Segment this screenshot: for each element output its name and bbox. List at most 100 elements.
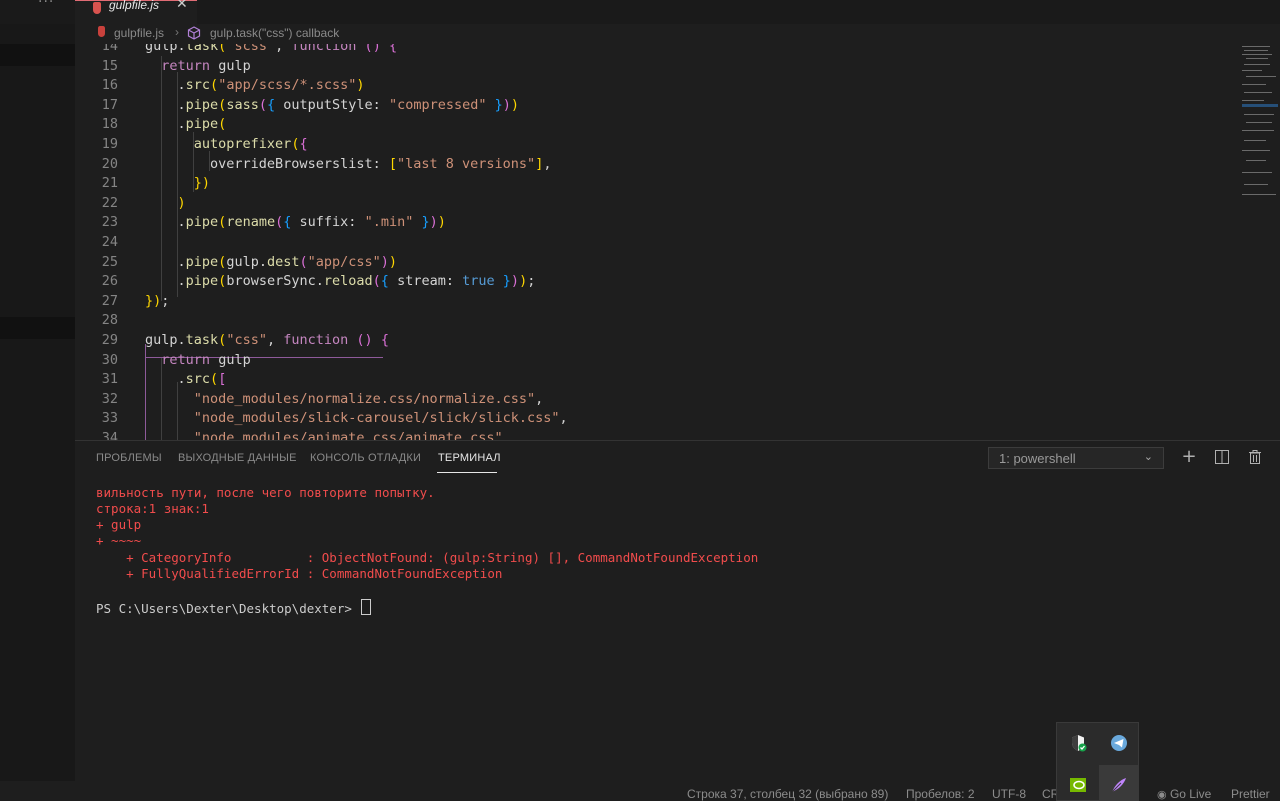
line-number: 17 [101,96,118,113]
telegram-icon[interactable] [1109,733,1129,753]
terminal-prompt: PS C:\Users\Dexter\Desktop\dexter> [96,601,360,616]
broadcast-icon: ◉ [1157,789,1167,801]
code-text: gulp.task("css", function () { [145,332,389,348]
minimap-line [1244,50,1268,51]
tab-debug-console[interactable]: КОНСОЛЬ ОТЛАДКИ [310,452,421,464]
line-number: 23 [101,214,118,231]
code-text: .pipe(rename({ suffix: ".min" })) [177,214,446,231]
code-line[interactable]: 22 ) [75,194,1235,214]
code-line[interactable]: 26 .pipe(browserSync.reload({ stream: tr… [75,272,1235,292]
tab-terminal[interactable]: ТЕРМИНАЛ [438,452,501,464]
trash-icon[interactable] [1245,447,1265,467]
code-text: }); [145,292,170,309]
line-number: 24 [101,234,118,250]
tab-gulpfile[interactable]: gulpfile.js ✕ [75,0,197,24]
code-line[interactable]: 20 overrideBrowserslist: ["last 8 versio… [75,155,1235,175]
side-panel-row[interactable] [0,317,75,339]
code-text: "node_modules/animate.css/animate.css", [193,430,511,440]
code-line[interactable]: 32 "node_modules/normalize.css/normalize… [75,390,1235,410]
minimap[interactable] [1240,44,1280,204]
code-line[interactable]: 21 }) [75,174,1235,194]
feather-app-icon[interactable] [1109,775,1129,795]
status-cursor-position[interactable]: Строка 37, столбец 32 (выбрано 89) [687,787,888,801]
status-go-live[interactable]: ◉ Go Live [1157,787,1211,801]
minimap-line [1242,130,1274,131]
terminal-prompt-line: PS C:\Users\Dexter\Desktop\dexter> [96,599,372,617]
status-encoding[interactable]: UTF-8 [992,787,1026,801]
line-number: 31 [101,371,118,388]
side-panel-row[interactable] [0,44,75,66]
more-actions-icon[interactable]: ··· [38,0,54,10]
new-terminal-icon[interactable]: + [1179,447,1199,467]
minimap-line [1244,114,1274,115]
code-editor[interactable]: 14 gulp.task("scss", function () {15 retu… [75,44,1280,440]
code-text: autoprefixer({ [193,136,308,152]
terminal-line: строка:1 знак:1 [96,501,209,516]
minimap-line [1242,194,1276,195]
code-line[interactable]: 14 gulp.task("scss", function () { [75,44,1235,57]
code-line[interactable]: 27}); [75,292,1235,312]
code-line[interactable]: 24 [75,233,1235,253]
terminal-line: вильность пути, после чего повторите поп… [96,485,435,500]
code-text: .src("app/scss/*.scss") [177,77,365,94]
code-line[interactable]: 15 return gulp [75,57,1235,77]
code-text: .pipe( [177,116,227,133]
tab-label: gulpfile.js [109,0,160,12]
breadcrumb-file[interactable]: gulpfile.js [114,26,164,40]
security-shield-icon[interactable] [1068,733,1088,753]
tab-problems[interactable]: ПРОБЛЕМЫ [96,452,162,464]
line-number: 22 [101,194,118,211]
code-line[interactable]: 25 .pipe(gulp.dest("app/css")) [75,253,1235,273]
minimap-line [1244,140,1266,141]
line-number: 18 [101,116,118,133]
code-line[interactable]: 28 [75,311,1235,331]
tab-output[interactable]: ВЫХОДНЫЕ ДАННЫЕ [178,452,297,464]
terminal-select[interactable]: 1: powershell ⌄ [988,447,1164,469]
line-number: 34 [101,430,118,440]
line-number: 19 [101,136,118,152]
code-line[interactable]: 18 .pipe( [75,115,1235,135]
code-text: return gulp [161,351,251,368]
breadcrumb-symbol[interactable]: gulp.task("css") callback [210,26,339,40]
code-line[interactable]: 30 return gulp [75,351,1235,371]
line-number: 27 [101,292,118,309]
code-text: "node_modules/slick-carousel/slick/slick… [193,410,568,427]
code-text: overrideBrowserslist: ["last 8 versions"… [210,155,552,172]
status-go-live-label: Go Live [1169,787,1212,801]
close-icon[interactable]: ✕ [176,0,188,12]
line-number: 16 [101,77,118,94]
code-line[interactable]: 34 "node_modules/animate.css/animate.css… [75,429,1235,440]
minimap-line [1242,54,1272,55]
code-line[interactable]: 17 .pipe(sass({ outputStyle: "compressed… [75,96,1235,116]
active-tab-indicator [437,472,497,473]
terminal-line: + gulp [96,517,142,532]
minimap-line [1242,46,1270,47]
terminal-select-value: 1: powershell [999,451,1076,466]
code-text: ) [177,194,186,211]
status-prettier[interactable]: Prettier [1231,787,1270,801]
status-indentation[interactable]: Пробелов: 2 [906,787,975,801]
code-line[interactable]: 29 gulp.task("css", function () { [75,331,1235,351]
line-number: 25 [101,253,118,270]
nvidia-icon[interactable] [1068,775,1088,795]
minimap-line [1246,122,1272,123]
code-text: .src([ [177,371,227,388]
code-line[interactable]: 23 .pipe(rename({ suffix: ".min" })) [75,213,1235,233]
code-line[interactable]: 31 .src([ [75,370,1235,390]
line-number: 20 [101,155,118,172]
minimap-line [1246,76,1276,77]
minimap-line [1242,84,1266,85]
line-number: 30 [101,351,118,368]
code-line[interactable]: 33 "node_modules/slick-carousel/slick/sl… [75,409,1235,429]
minimap-line [1242,100,1264,101]
side-panel [0,24,75,801]
code-text: .pipe(gulp.dest("app/css")) [177,253,398,270]
terminal-line: + ~~~~ [96,533,142,548]
code-line[interactable]: 16 .src("app/scss/*.scss") [75,76,1235,96]
method-symbol-icon [187,26,201,40]
split-terminal-icon[interactable] [1212,447,1232,467]
code-line[interactable]: 19 autoprefixer({ [75,135,1235,155]
terminal-line: + CategoryInfo : ObjectNotFound: (gulp:S… [96,550,759,565]
code-text: .pipe(sass({ outputStyle: "compressed" }… [177,96,520,113]
code-text: return gulp [161,57,251,74]
